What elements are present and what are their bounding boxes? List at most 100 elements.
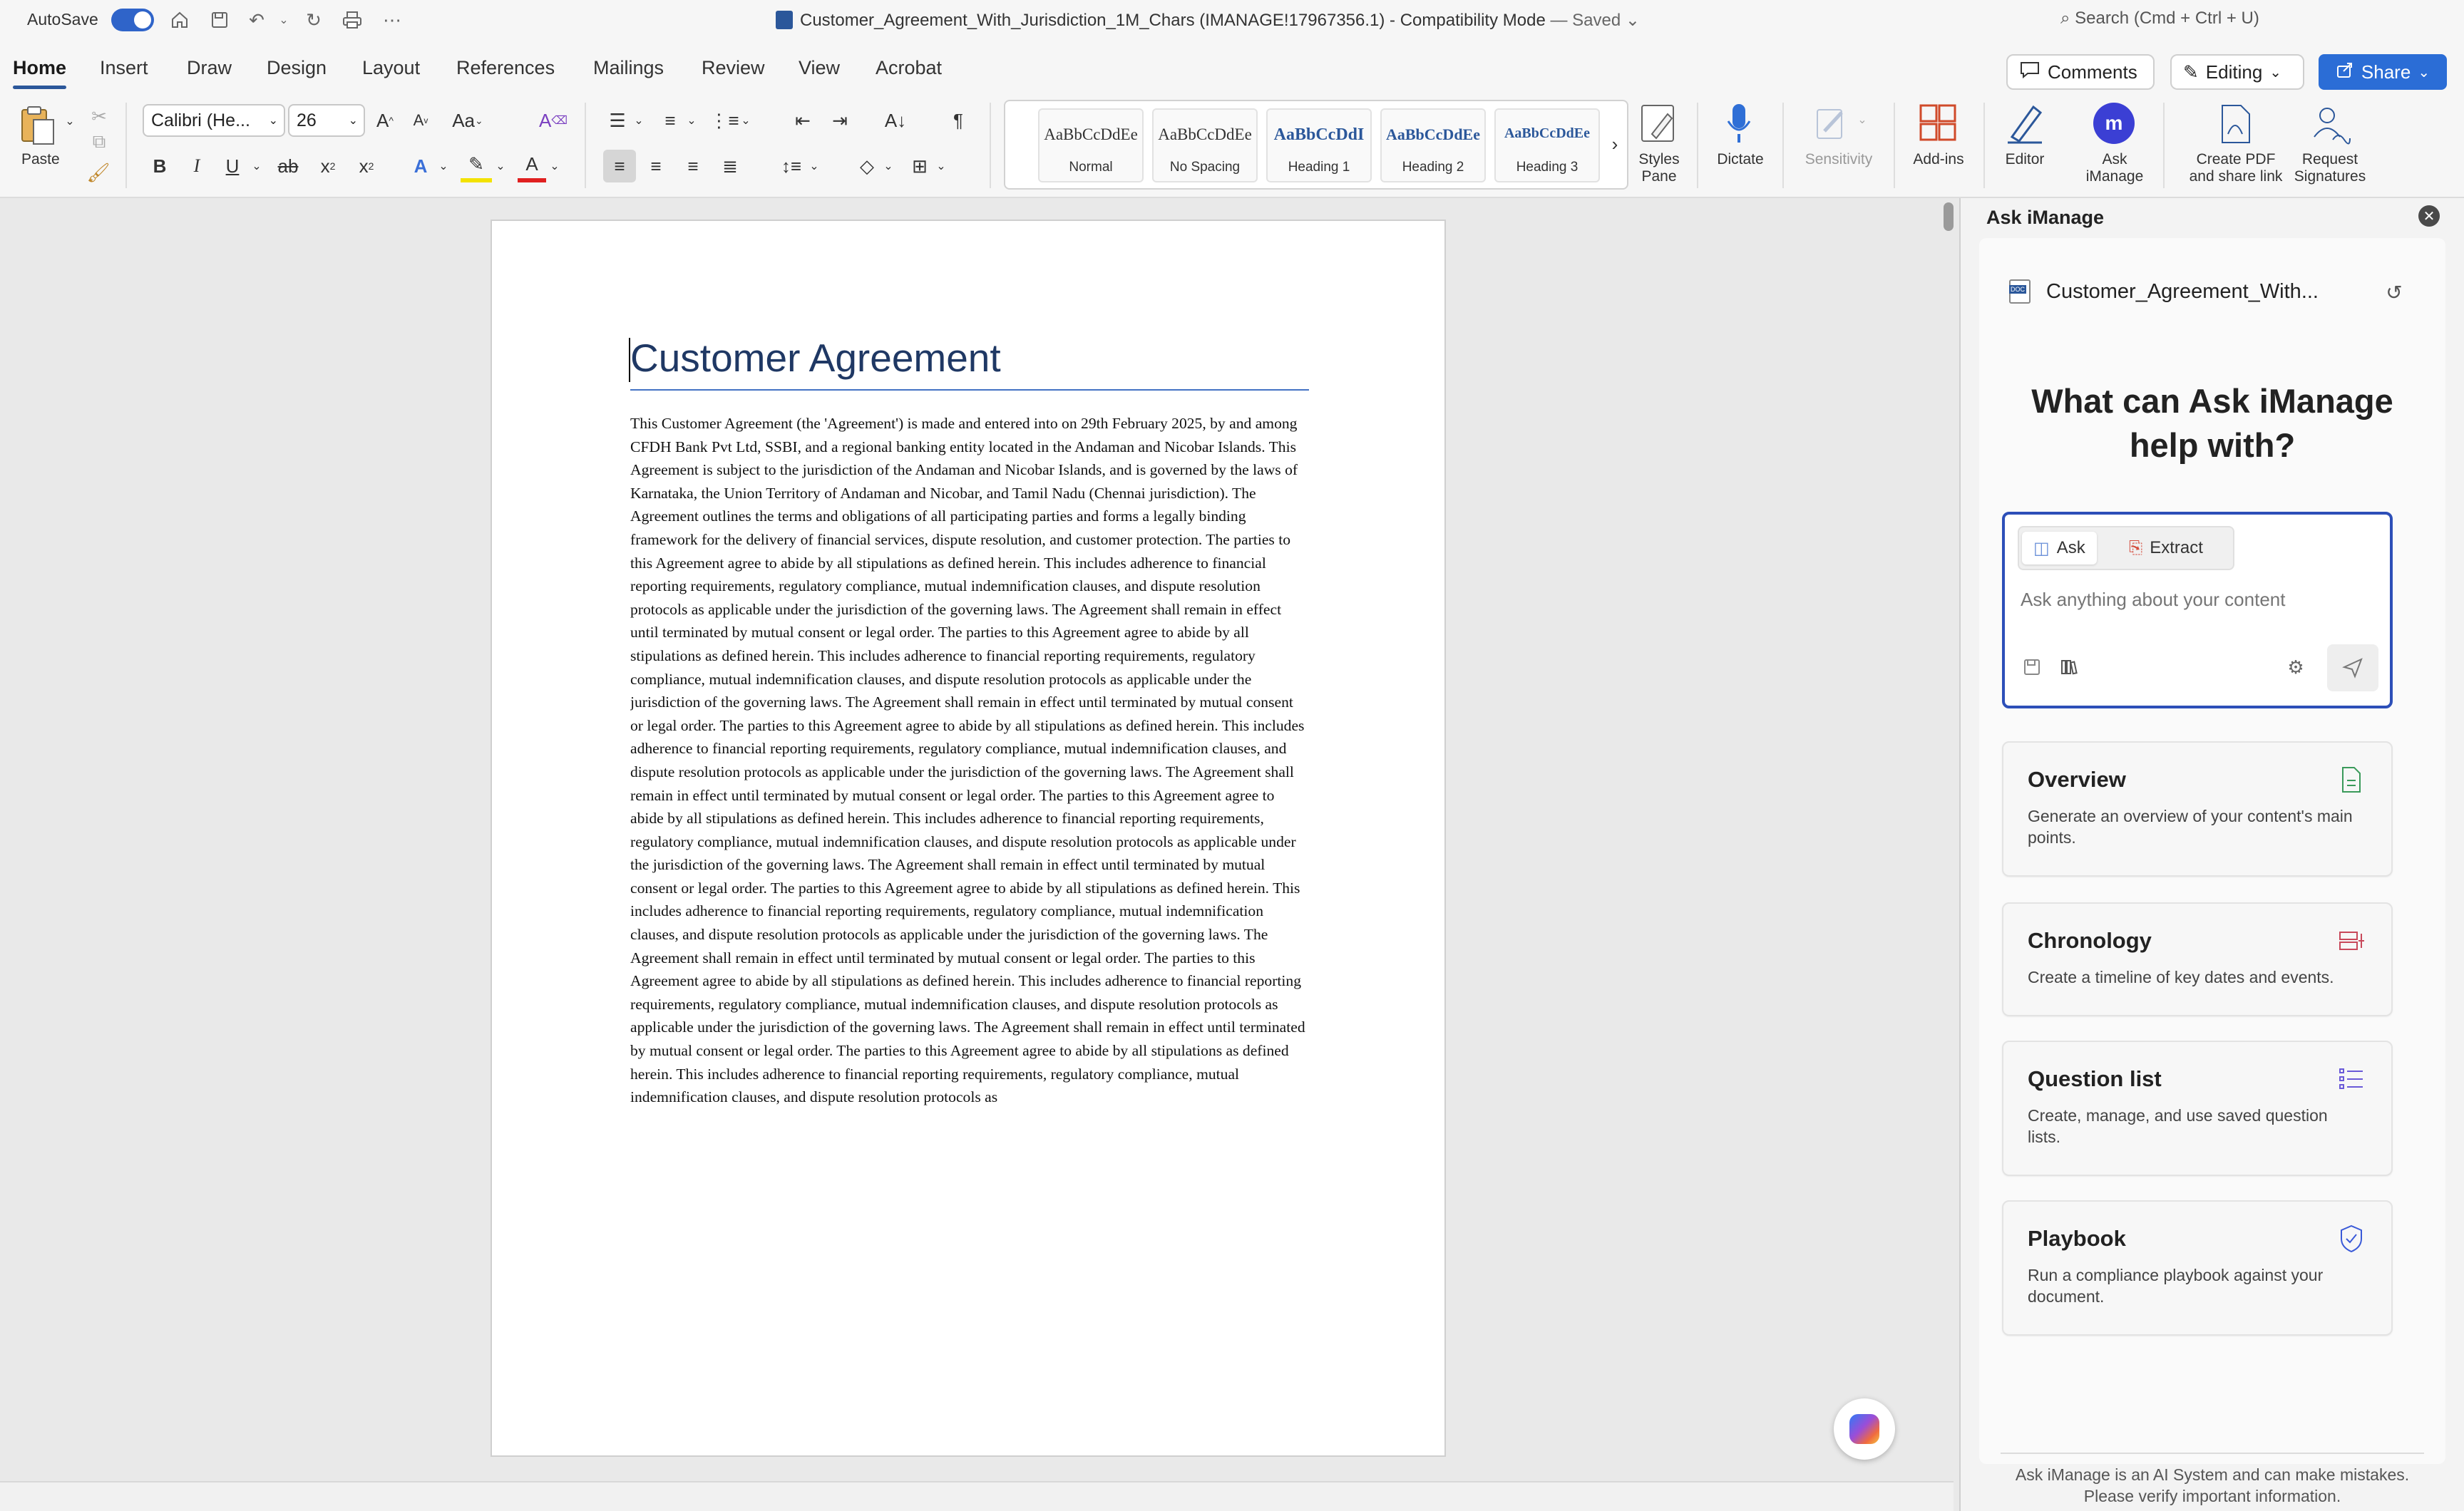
tab-view[interactable]: View — [799, 57, 840, 79]
tab-insert[interactable]: Insert — [100, 57, 148, 79]
copilot-button[interactable] — [1834, 1398, 1895, 1460]
decrease-indent-icon[interactable]: ⇤ — [789, 104, 817, 137]
tab-home[interactable]: Home — [13, 57, 67, 89]
chevron-down-icon[interactable]: ⌄ — [684, 104, 699, 137]
undo-icon[interactable]: ↶ — [242, 6, 271, 34]
document-heading[interactable]: Customer Agreement — [629, 335, 1309, 391]
style-heading-1[interactable]: AaBbCcDdI Heading 1 — [1266, 108, 1372, 182]
microphone-icon[interactable] — [1721, 101, 1757, 147]
imanage-logo-icon[interactable]: m — [2093, 103, 2135, 144]
chevron-down-icon[interactable]: ⌄ — [934, 150, 948, 182]
align-center-icon[interactable]: ≡ — [642, 150, 670, 182]
font-size-select[interactable]: 26 ⌄ — [288, 104, 365, 137]
editing-mode-button[interactable]: ✎ Editing ⌄ — [2170, 54, 2304, 90]
paste-icon[interactable] — [16, 104, 58, 147]
tab-design[interactable]: Design — [267, 57, 327, 79]
tab-review[interactable]: Review — [702, 57, 765, 79]
text-effects-icon[interactable]: A — [406, 150, 435, 182]
borders-icon[interactable]: ⊞ — [905, 150, 934, 182]
tab-mailings[interactable]: Mailings — [593, 57, 664, 79]
chevron-down-icon[interactable]: ⌄ — [807, 150, 821, 182]
share-button[interactable]: Share ⌄ — [2319, 54, 2447, 90]
extract-mode-button[interactable]: ⎘ Extract — [2118, 532, 2214, 564]
request-signatures-icon[interactable] — [2307, 101, 2353, 147]
tab-layout[interactable]: Layout — [362, 57, 420, 79]
overview-card[interactable]: Overview Generate an overview of your co… — [2002, 741, 2393, 877]
change-case-icon[interactable]: Aa ⌄ — [446, 104, 489, 137]
line-spacing-icon[interactable]: ↕≡ — [777, 150, 806, 182]
font-name-select[interactable]: Calibri (He... ⌄ — [143, 104, 285, 137]
history-icon[interactable]: ↺ — [2380, 278, 2408, 306]
show-formatting-marks-icon[interactable]: ¶ — [944, 104, 972, 137]
clear-formatting-icon[interactable]: A ⌫ — [539, 104, 568, 137]
document-body[interactable]: This Customer Agreement (the 'Agreement'… — [630, 412, 1309, 1353]
style-normal[interactable]: AaBbCcDdEe Normal — [1038, 108, 1144, 182]
chevron-down-icon[interactable]: ⌄ — [632, 104, 646, 137]
chevron-right-icon[interactable]: › — [1604, 130, 1626, 158]
vertical-scrollbar[interactable] — [1944, 202, 1954, 231]
sort-icon[interactable]: A↓ — [881, 104, 910, 137]
send-button[interactable] — [2327, 644, 2378, 691]
tab-references[interactable]: References — [456, 57, 555, 79]
styles-pane-icon[interactable] — [1637, 101, 1680, 147]
style-heading-3[interactable]: AaBbCcDdEe Heading 3 — [1494, 108, 1600, 182]
bold-icon[interactable]: B — [145, 150, 174, 182]
library-icon[interactable] — [2055, 651, 2086, 683]
comments-button[interactable]: Comments — [2006, 54, 2155, 90]
superscript-icon[interactable]: x2 — [352, 150, 381, 182]
copy-icon[interactable]: ⧉ — [87, 130, 111, 154]
tab-acrobat[interactable]: Acrobat — [876, 57, 942, 79]
underline-icon[interactable]: U — [218, 150, 247, 182]
chevron-down-icon[interactable]: ⌄ — [436, 150, 451, 182]
settings-gear-icon[interactable]: ⚙ — [2280, 651, 2311, 683]
bullets-icon[interactable]: ☰ — [603, 104, 632, 137]
question-list-card[interactable]: Question list Create, manage, and use sa… — [2002, 1041, 2393, 1176]
increase-font-size-icon[interactable]: A ^ — [371, 104, 399, 137]
editor-icon[interactable] — [2003, 101, 2046, 147]
italic-icon[interactable]: I — [183, 150, 211, 182]
search-box[interactable]: ⌕ Search (Cmd + Ctrl + U) — [2060, 9, 2259, 29]
style-heading-2[interactable]: AaBbCcDdEe Heading 2 — [1380, 108, 1486, 182]
selected-document[interactable]: Customer_Agreement_With... — [2009, 279, 2319, 304]
print-icon[interactable] — [338, 6, 366, 34]
format-painter-icon[interactable]: 🖌 — [84, 158, 113, 187]
justify-icon[interactable]: ≣ — [716, 150, 744, 182]
multilevel-list-icon[interactable]: ⋮≡ — [709, 104, 739, 137]
playbook-card[interactable]: Playbook Run a compliance playbook again… — [2002, 1200, 2393, 1336]
create-pdf-icon[interactable] — [2214, 101, 2257, 147]
font-color-icon[interactable]: A — [518, 150, 546, 182]
chevron-down-icon[interactable]: ⌄ — [1621, 11, 1640, 30]
close-icon[interactable]: ✕ — [2418, 205, 2440, 227]
cut-icon[interactable]: ✂ — [87, 104, 111, 128]
tab-draw[interactable]: Draw — [187, 57, 232, 79]
chronology-card[interactable]: Chronology Create a timeline of key date… — [2002, 902, 2393, 1016]
document-page[interactable]: Customer Agreement This Customer Agreeme… — [491, 220, 1446, 1457]
autosave-toggle[interactable] — [111, 9, 154, 31]
style-no-spacing[interactable]: AaBbCcDdEe No Spacing — [1152, 108, 1258, 182]
save-icon[interactable] — [205, 6, 234, 34]
add-ins-icon[interactable] — [1916, 101, 1959, 147]
numbering-icon[interactable]: ≡ — [656, 104, 684, 137]
strikethrough-icon[interactable]: ab — [274, 150, 302, 182]
saved-prompts-icon[interactable] — [2016, 651, 2048, 683]
align-right-icon[interactable]: ≡ — [679, 150, 707, 182]
save-status[interactable]: — Saved — [1550, 11, 1621, 30]
chevron-down-icon[interactable]: ⌄ — [881, 150, 895, 182]
decrease-font-size-icon[interactable]: Av — [406, 104, 435, 137]
chevron-down-icon[interactable]: ⌄ — [739, 104, 753, 137]
subscript-icon[interactable]: x2 — [314, 150, 342, 182]
chevron-down-icon[interactable]: ⌄ — [250, 150, 264, 182]
ask-mode-button[interactable]: ◫ Ask — [2022, 532, 2097, 564]
more-options-icon[interactable]: ⋯ — [378, 6, 406, 34]
shading-icon[interactable]: ◇ — [853, 150, 881, 182]
align-left-icon[interactable]: ≡ — [603, 150, 636, 182]
chevron-down-icon[interactable]: ⌄ — [548, 150, 562, 182]
ask-input[interactable] — [2021, 589, 2377, 611]
chevron-down-icon[interactable]: ⌄ — [63, 114, 77, 128]
increase-indent-icon[interactable]: ⇥ — [826, 104, 854, 137]
chevron-down-icon[interactable]: ⌄ — [493, 150, 508, 182]
highlight-color-icon[interactable]: ✎ — [461, 150, 492, 182]
redo-icon[interactable]: ↻ — [299, 6, 328, 34]
home-icon[interactable] — [165, 6, 194, 34]
undo-dropdown-icon[interactable]: ⌄ — [270, 6, 298, 34]
